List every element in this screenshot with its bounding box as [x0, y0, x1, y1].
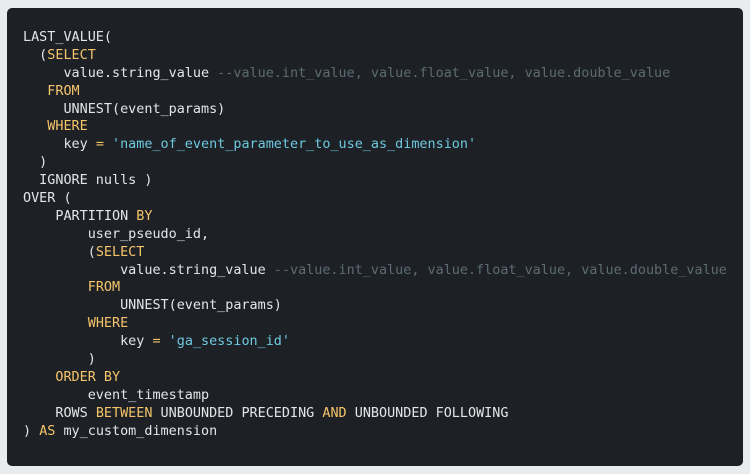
code-line: WHERE — [23, 315, 727, 333]
code-line: ORDER BY — [23, 369, 727, 387]
sql-keyword: WHERE — [87, 316, 129, 332]
sql-keyword: BY — [136, 208, 153, 224]
code-text: OVER ( — [23, 191, 72, 207]
sql-keyword: AND — [322, 405, 347, 421]
code-text: ) — [23, 352, 96, 368]
code-line: ) AS my_custom_dimension — [23, 423, 727, 441]
sql-keyword: SELECT — [95, 244, 145, 260]
code-text: user_pseudo_id, — [23, 226, 210, 242]
code-line: event_timestamp — [23, 387, 727, 405]
code-comment: --value.int_value, value.float_value, va… — [273, 262, 727, 278]
code-text: key — [23, 334, 153, 350]
code-text: ) — [23, 423, 40, 439]
code-text: LAST_VALUE( — [23, 30, 112, 45]
code-line: IGNORE nulls ) — [23, 172, 727, 190]
code-line: ROWS BETWEEN UNBOUNDED PRECEDING AND UNB… — [23, 405, 727, 423]
code-text: ) — [23, 155, 48, 171]
sql-keyword: AS — [39, 423, 56, 439]
code-line: (SELECT — [23, 244, 727, 262]
code-comment: --value.int_value, value.float_value, va… — [217, 65, 671, 81]
sql-code[interactable]: LAST_VALUE( (SELECT value.string_value -… — [23, 29, 727, 440]
code-text: UNBOUNDED FOLLOWING — [346, 405, 509, 421]
code-line: OVER ( — [23, 190, 727, 208]
code-line: ) — [23, 351, 727, 369]
sql-keyword: = — [95, 137, 104, 153]
string-literal: 'name_of_event_parameter_to_use_as_dimen… — [112, 137, 477, 153]
code-text: IGNORE nulls ) — [23, 173, 153, 189]
code-text: ( — [23, 47, 48, 63]
code-text: ROWS — [23, 405, 96, 421]
code-text: UNNEST(event_params) — [23, 298, 282, 314]
code-line: value.string_value --value.int_value, va… — [23, 262, 727, 280]
sql-keyword: SELECT — [47, 47, 96, 63]
code-line: LAST_VALUE( — [23, 29, 727, 47]
code-line: user_pseudo_id, — [23, 226, 727, 244]
code-line: value.string_value --value.int_value, va… — [23, 65, 727, 83]
sql-keyword: ORDER BY — [55, 369, 121, 385]
code-text: PARTITION — [23, 208, 137, 224]
code-line: key = 'ga_session_id' — [23, 333, 727, 351]
code-text: my_custom_dimension — [55, 423, 218, 439]
code-line: key = 'name_of_event_parameter_to_use_as… — [23, 136, 727, 154]
code-line: ) — [23, 154, 727, 172]
code-text: event_timestamp — [23, 387, 210, 403]
code-line: UNNEST(event_params) — [23, 101, 727, 119]
code-text: value.string_value — [23, 65, 218, 81]
code-line: FROM — [23, 83, 727, 101]
sql-keyword: FROM — [87, 280, 121, 296]
code-text: UNBOUNDED PRECEDING — [152, 405, 323, 421]
sql-keyword: BETWEEN — [95, 405, 153, 421]
code-line: WHERE — [23, 118, 727, 136]
code-text: UNNEST(event_params) — [23, 101, 226, 117]
sql-keyword: = — [152, 334, 161, 350]
code-block: LAST_VALUE( (SELECT value.string_value -… — [7, 8, 743, 466]
code-text: ( — [23, 244, 96, 260]
code-line: UNNEST(event_params) — [23, 297, 727, 315]
code-text: key — [23, 137, 96, 153]
code-line: FROM — [23, 279, 727, 297]
code-line: PARTITION BY — [23, 208, 727, 226]
code-text: value.string_value — [23, 262, 274, 278]
code-line: (SELECT — [23, 47, 727, 65]
string-literal: 'ga_session_id' — [168, 334, 290, 350]
sql-keyword: WHERE — [47, 119, 88, 135]
sql-keyword: FROM — [47, 83, 80, 99]
